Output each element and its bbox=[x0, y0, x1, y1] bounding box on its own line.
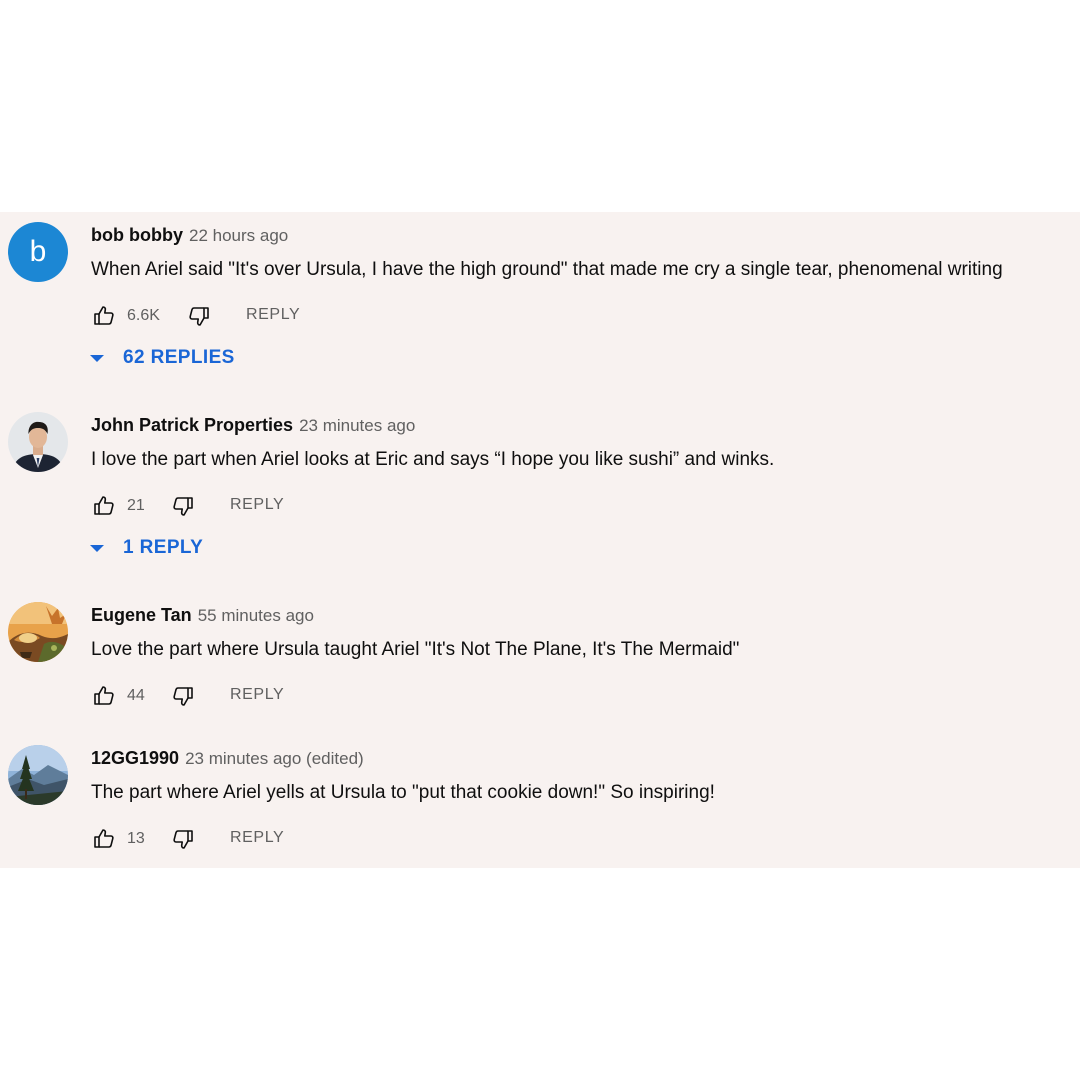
illustration-avatar-icon bbox=[8, 602, 68, 662]
view-replies-button[interactable]: 62 REPLIES bbox=[90, 347, 235, 369]
comment-text: Love the part where Ursula taught Ariel … bbox=[91, 639, 740, 660]
comment-actions: 6.6K REPLY bbox=[91, 303, 391, 329]
person-photo-avatar-icon bbox=[8, 412, 68, 472]
thumbs-up-icon bbox=[94, 829, 114, 848]
like-count: 6.6K bbox=[127, 307, 160, 324]
comment-header: Eugene Tan 55 minutes ago bbox=[91, 605, 314, 626]
comment-text: When Ariel said "It's over Ursula, I hav… bbox=[91, 259, 1003, 280]
author-name[interactable]: bob bobby bbox=[91, 225, 183, 245]
like-count: 21 bbox=[127, 497, 145, 514]
author-name[interactable]: John Patrick Properties bbox=[91, 415, 293, 435]
thumbs-down-icon bbox=[173, 687, 193, 706]
comment-text: The part where Ariel yells at Ursula to … bbox=[91, 782, 715, 803]
replies-label: 1 REPLY bbox=[123, 537, 204, 558]
like-count: 13 bbox=[127, 830, 145, 847]
thumbs-down-icon bbox=[173, 830, 193, 849]
thumbs-up-icon bbox=[94, 306, 114, 325]
avatar[interactable] bbox=[8, 412, 68, 472]
like-button[interactable] bbox=[91, 303, 117, 329]
like-count: 44 bbox=[127, 687, 145, 704]
comment-timestamp[interactable]: 23 minutes ago (edited) bbox=[185, 749, 364, 768]
dislike-button[interactable] bbox=[170, 493, 196, 519]
comment-header: bob bobby 22 hours ago bbox=[91, 225, 288, 246]
caret-down-icon bbox=[90, 354, 104, 362]
comment-text: I love the part when Ariel looks at Eric… bbox=[91, 449, 775, 470]
thumbs-down-icon bbox=[189, 307, 209, 326]
comment-actions: 13 REPLY bbox=[91, 826, 391, 852]
like-button[interactable] bbox=[91, 683, 117, 709]
replies-label: 62 REPLIES bbox=[123, 347, 235, 368]
reply-button[interactable]: REPLY bbox=[230, 686, 284, 704]
comment-timestamp[interactable]: 23 minutes ago bbox=[299, 416, 415, 435]
landscape-photo-avatar-icon bbox=[8, 745, 68, 805]
caret-down-icon bbox=[90, 544, 104, 552]
comment-header: 12GG1990 23 minutes ago (edited) bbox=[91, 748, 364, 769]
author-name[interactable]: 12GG1990 bbox=[91, 748, 179, 768]
reply-button[interactable]: REPLY bbox=[230, 496, 284, 514]
avatar[interactable] bbox=[8, 745, 68, 805]
thumbs-up-icon bbox=[94, 496, 114, 515]
comment-timestamp[interactable]: 55 minutes ago bbox=[198, 606, 314, 625]
like-button[interactable] bbox=[91, 493, 117, 519]
thumbs-up-icon bbox=[94, 686, 114, 705]
comment-actions: 21 REPLY bbox=[91, 493, 391, 519]
dislike-button[interactable] bbox=[186, 303, 212, 329]
dislike-button[interactable] bbox=[170, 683, 196, 709]
comment-timestamp[interactable]: 22 hours ago bbox=[189, 226, 288, 245]
like-button[interactable] bbox=[91, 826, 117, 852]
avatar-letter: b bbox=[29, 235, 47, 268]
view-replies-button[interactable]: 1 REPLY bbox=[90, 537, 203, 559]
reply-button[interactable]: REPLY bbox=[246, 306, 300, 324]
comments-section: b bob bobby 22 hours ago When Ariel said … bbox=[0, 212, 1080, 868]
dislike-button[interactable] bbox=[170, 826, 196, 852]
avatar[interactable]: b bbox=[8, 222, 68, 282]
thumbs-down-icon bbox=[173, 497, 193, 516]
avatar[interactable] bbox=[8, 602, 68, 662]
reply-button[interactable]: REPLY bbox=[230, 829, 284, 847]
author-name[interactable]: Eugene Tan bbox=[91, 605, 192, 625]
comment-actions: 44 REPLY bbox=[91, 683, 391, 709]
comment-header: John Patrick Properties 23 minutes ago bbox=[91, 415, 415, 436]
